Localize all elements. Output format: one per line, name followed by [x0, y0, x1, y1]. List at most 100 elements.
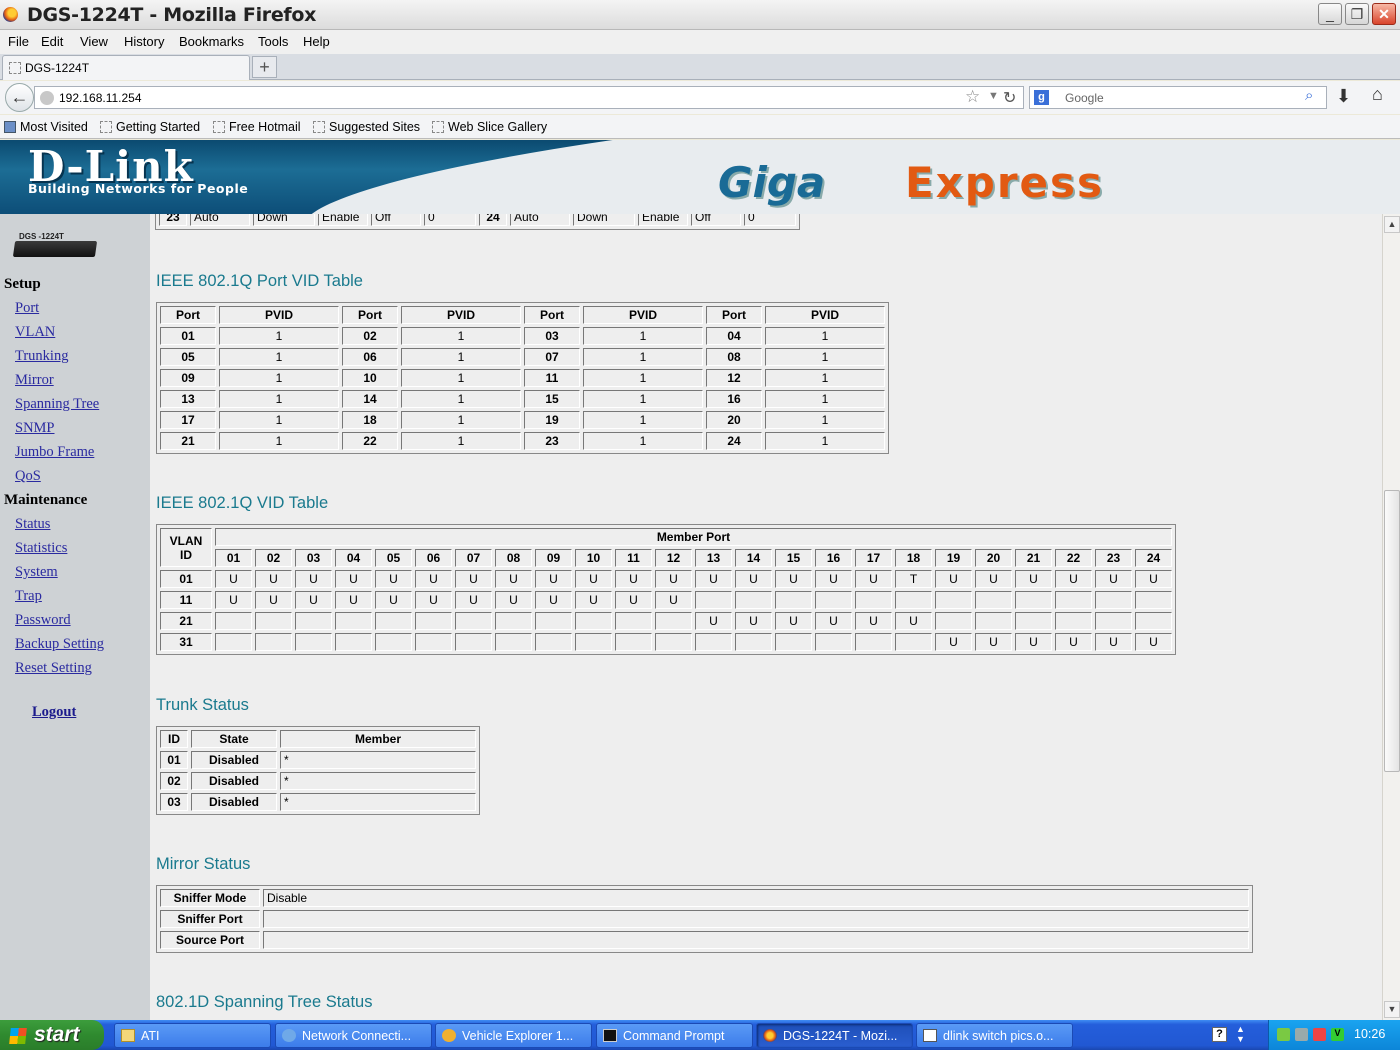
port-cell: 03: [524, 327, 580, 345]
bookmark-most-visited[interactable]: Most Visited: [4, 120, 88, 134]
reload-icon[interactable]: ↻: [1003, 88, 1016, 108]
membership-cell: [735, 633, 772, 651]
taskbar-item-command-prompt[interactable]: Command Prompt: [596, 1023, 753, 1048]
scrollbar-thumb[interactable]: [1384, 490, 1400, 772]
membership-cell: [335, 612, 372, 630]
membership-cell: U: [735, 612, 772, 630]
chevron-down-icon[interactable]: ▼: [988, 90, 999, 102]
table-row: 02 Disabled *: [160, 772, 476, 790]
home-icon[interactable]: ⌂: [1372, 84, 1383, 105]
sidebar-link-trap[interactable]: Trap: [15, 588, 42, 605]
search-icon[interactable]: ⌕: [1305, 87, 1313, 104]
document-icon: [923, 1029, 937, 1042]
column-header: PVID: [401, 306, 521, 324]
security-tray-icon[interactable]: [1295, 1028, 1308, 1041]
taskbar-item-vehicle-explorer[interactable]: Vehicle Explorer 1...: [435, 1023, 592, 1048]
taskbar-item-network-connections[interactable]: Network Connecti...: [275, 1023, 432, 1048]
port-number-header: 24: [1135, 549, 1172, 567]
membership-cell: [1055, 591, 1092, 609]
port-cell: 05: [160, 348, 216, 366]
system-tray: V 10:26: [1268, 1020, 1400, 1050]
column-header: PVID: [583, 306, 703, 324]
scroll-down-icon[interactable]: ▼: [1384, 1001, 1400, 1018]
close-button[interactable]: ✕: [1372, 3, 1396, 25]
clock: 10:26: [1354, 1027, 1386, 1041]
membership-cell: [735, 591, 772, 609]
tray-expand-icon[interactable]: ▲ ▼: [1236, 1024, 1245, 1044]
membership-cell: U: [455, 570, 492, 588]
sidebar-link-jumbo-frame[interactable]: Jumbo Frame: [15, 444, 94, 461]
sidebar-link-trunking[interactable]: Trunking: [15, 348, 68, 365]
taskbar-item-dlink-pics[interactable]: dlink switch pics.o...: [916, 1023, 1073, 1048]
sidebar-link-snmp[interactable]: SNMP: [15, 420, 55, 437]
maximize-button[interactable]: ❐: [1345, 3, 1369, 25]
bookmark-suggested-sites[interactable]: Suggested Sites: [313, 120, 420, 134]
page-icon: [100, 121, 112, 133]
bookmark-label: Suggested Sites: [329, 120, 421, 134]
menu-history[interactable]: History: [124, 34, 164, 49]
sidebar-link-status[interactable]: Status: [15, 516, 50, 533]
sidebar-link-statistics[interactable]: Statistics: [15, 540, 67, 557]
google-icon[interactable]: g: [1034, 90, 1049, 105]
membership-cell: [535, 633, 572, 651]
membership-cell: [1015, 612, 1052, 630]
sidebar-link-password[interactable]: Password: [15, 612, 71, 629]
menu-edit[interactable]: Edit: [41, 34, 63, 49]
taskbar-item-firefox[interactable]: DGS-1224T - Mozi...: [756, 1023, 913, 1048]
membership-cell: U: [775, 612, 812, 630]
sidebar-link-backup-setting[interactable]: Backup Setting: [15, 636, 104, 653]
pvid-cell: 1: [765, 390, 885, 408]
url-text: 192.168.11.254: [59, 91, 142, 105]
table-row: 21 U U U U U U: [160, 612, 1172, 630]
table-header-row: VLAN ID Member Port: [160, 528, 1172, 567]
membership-cell: U: [695, 612, 732, 630]
minimize-button[interactable]: _: [1318, 3, 1342, 25]
most-visited-icon: [4, 121, 16, 133]
new-tab-button[interactable]: +: [252, 56, 277, 78]
sidebar-link-reset-setting[interactable]: Reset Setting: [15, 660, 92, 677]
taskbar-item-ati[interactable]: ATI: [114, 1023, 271, 1048]
membership-cell: U: [1135, 570, 1172, 588]
bookmark-free-hotmail[interactable]: Free Hotmail: [213, 120, 301, 134]
sidebar-link-qos[interactable]: QoS: [15, 468, 41, 485]
bookmark-web-slice-gallery[interactable]: Web Slice Gallery: [432, 120, 547, 134]
start-button[interactable]: start: [0, 1020, 104, 1050]
bookmark-star-icon[interactable]: ☆: [965, 87, 980, 107]
pvid-cell: 1: [219, 411, 339, 429]
menu-view[interactable]: View: [80, 34, 108, 49]
mirror-status-title: Mirror Status: [156, 855, 251, 873]
menu-tools[interactable]: Tools: [258, 34, 288, 49]
network-tray-icon[interactable]: [1277, 1028, 1290, 1041]
trunk-member-cell: *: [280, 793, 476, 811]
menu-help[interactable]: Help: [303, 34, 330, 49]
menu-bookmarks[interactable]: Bookmarks: [179, 34, 244, 49]
membership-cell: U: [695, 570, 732, 588]
membership-cell: U: [1095, 633, 1132, 651]
sidebar-link-vlan[interactable]: VLAN: [15, 324, 55, 341]
setup-heading: Setup: [4, 276, 41, 292]
download-icon[interactable]: ⬇: [1336, 86, 1351, 107]
url-bar[interactable]: 192.168.11.254 ☆ ▼ ↻: [34, 86, 1024, 109]
port-cell: 17: [160, 411, 216, 429]
vc-tray-icon[interactable]: V: [1331, 1028, 1344, 1041]
logout-link[interactable]: Logout: [32, 704, 76, 721]
scroll-up-icon[interactable]: ▲: [1384, 216, 1400, 233]
back-button[interactable]: ←: [5, 83, 34, 112]
bookmark-getting-started[interactable]: Getting Started: [100, 120, 200, 134]
sidebar-link-port[interactable]: Port: [15, 300, 39, 317]
search-bar[interactable]: g Google ⌕: [1029, 86, 1327, 109]
sidebar-link-system[interactable]: System: [15, 564, 58, 581]
help-icon[interactable]: ?: [1212, 1027, 1227, 1042]
membership-cell: U: [655, 570, 692, 588]
sidebar-link-mirror[interactable]: Mirror: [15, 372, 54, 389]
app-tray-icon[interactable]: [1313, 1028, 1326, 1041]
vertical-scrollbar[interactable]: ▲ ▼: [1382, 214, 1400, 1020]
port-number-header: 03: [295, 549, 332, 567]
task-label: Command Prompt: [623, 1029, 725, 1043]
pvid-cell: 1: [401, 411, 521, 429]
menu-file[interactable]: File: [8, 34, 29, 49]
tab-dgs-1224t[interactable]: DGS-1224T: [2, 55, 250, 80]
port-cell: 01: [160, 327, 216, 345]
sidebar-link-spanning-tree[interactable]: Spanning Tree: [15, 396, 99, 413]
dlink-banner: D-Link Building Networks for People Giga…: [0, 140, 1400, 214]
